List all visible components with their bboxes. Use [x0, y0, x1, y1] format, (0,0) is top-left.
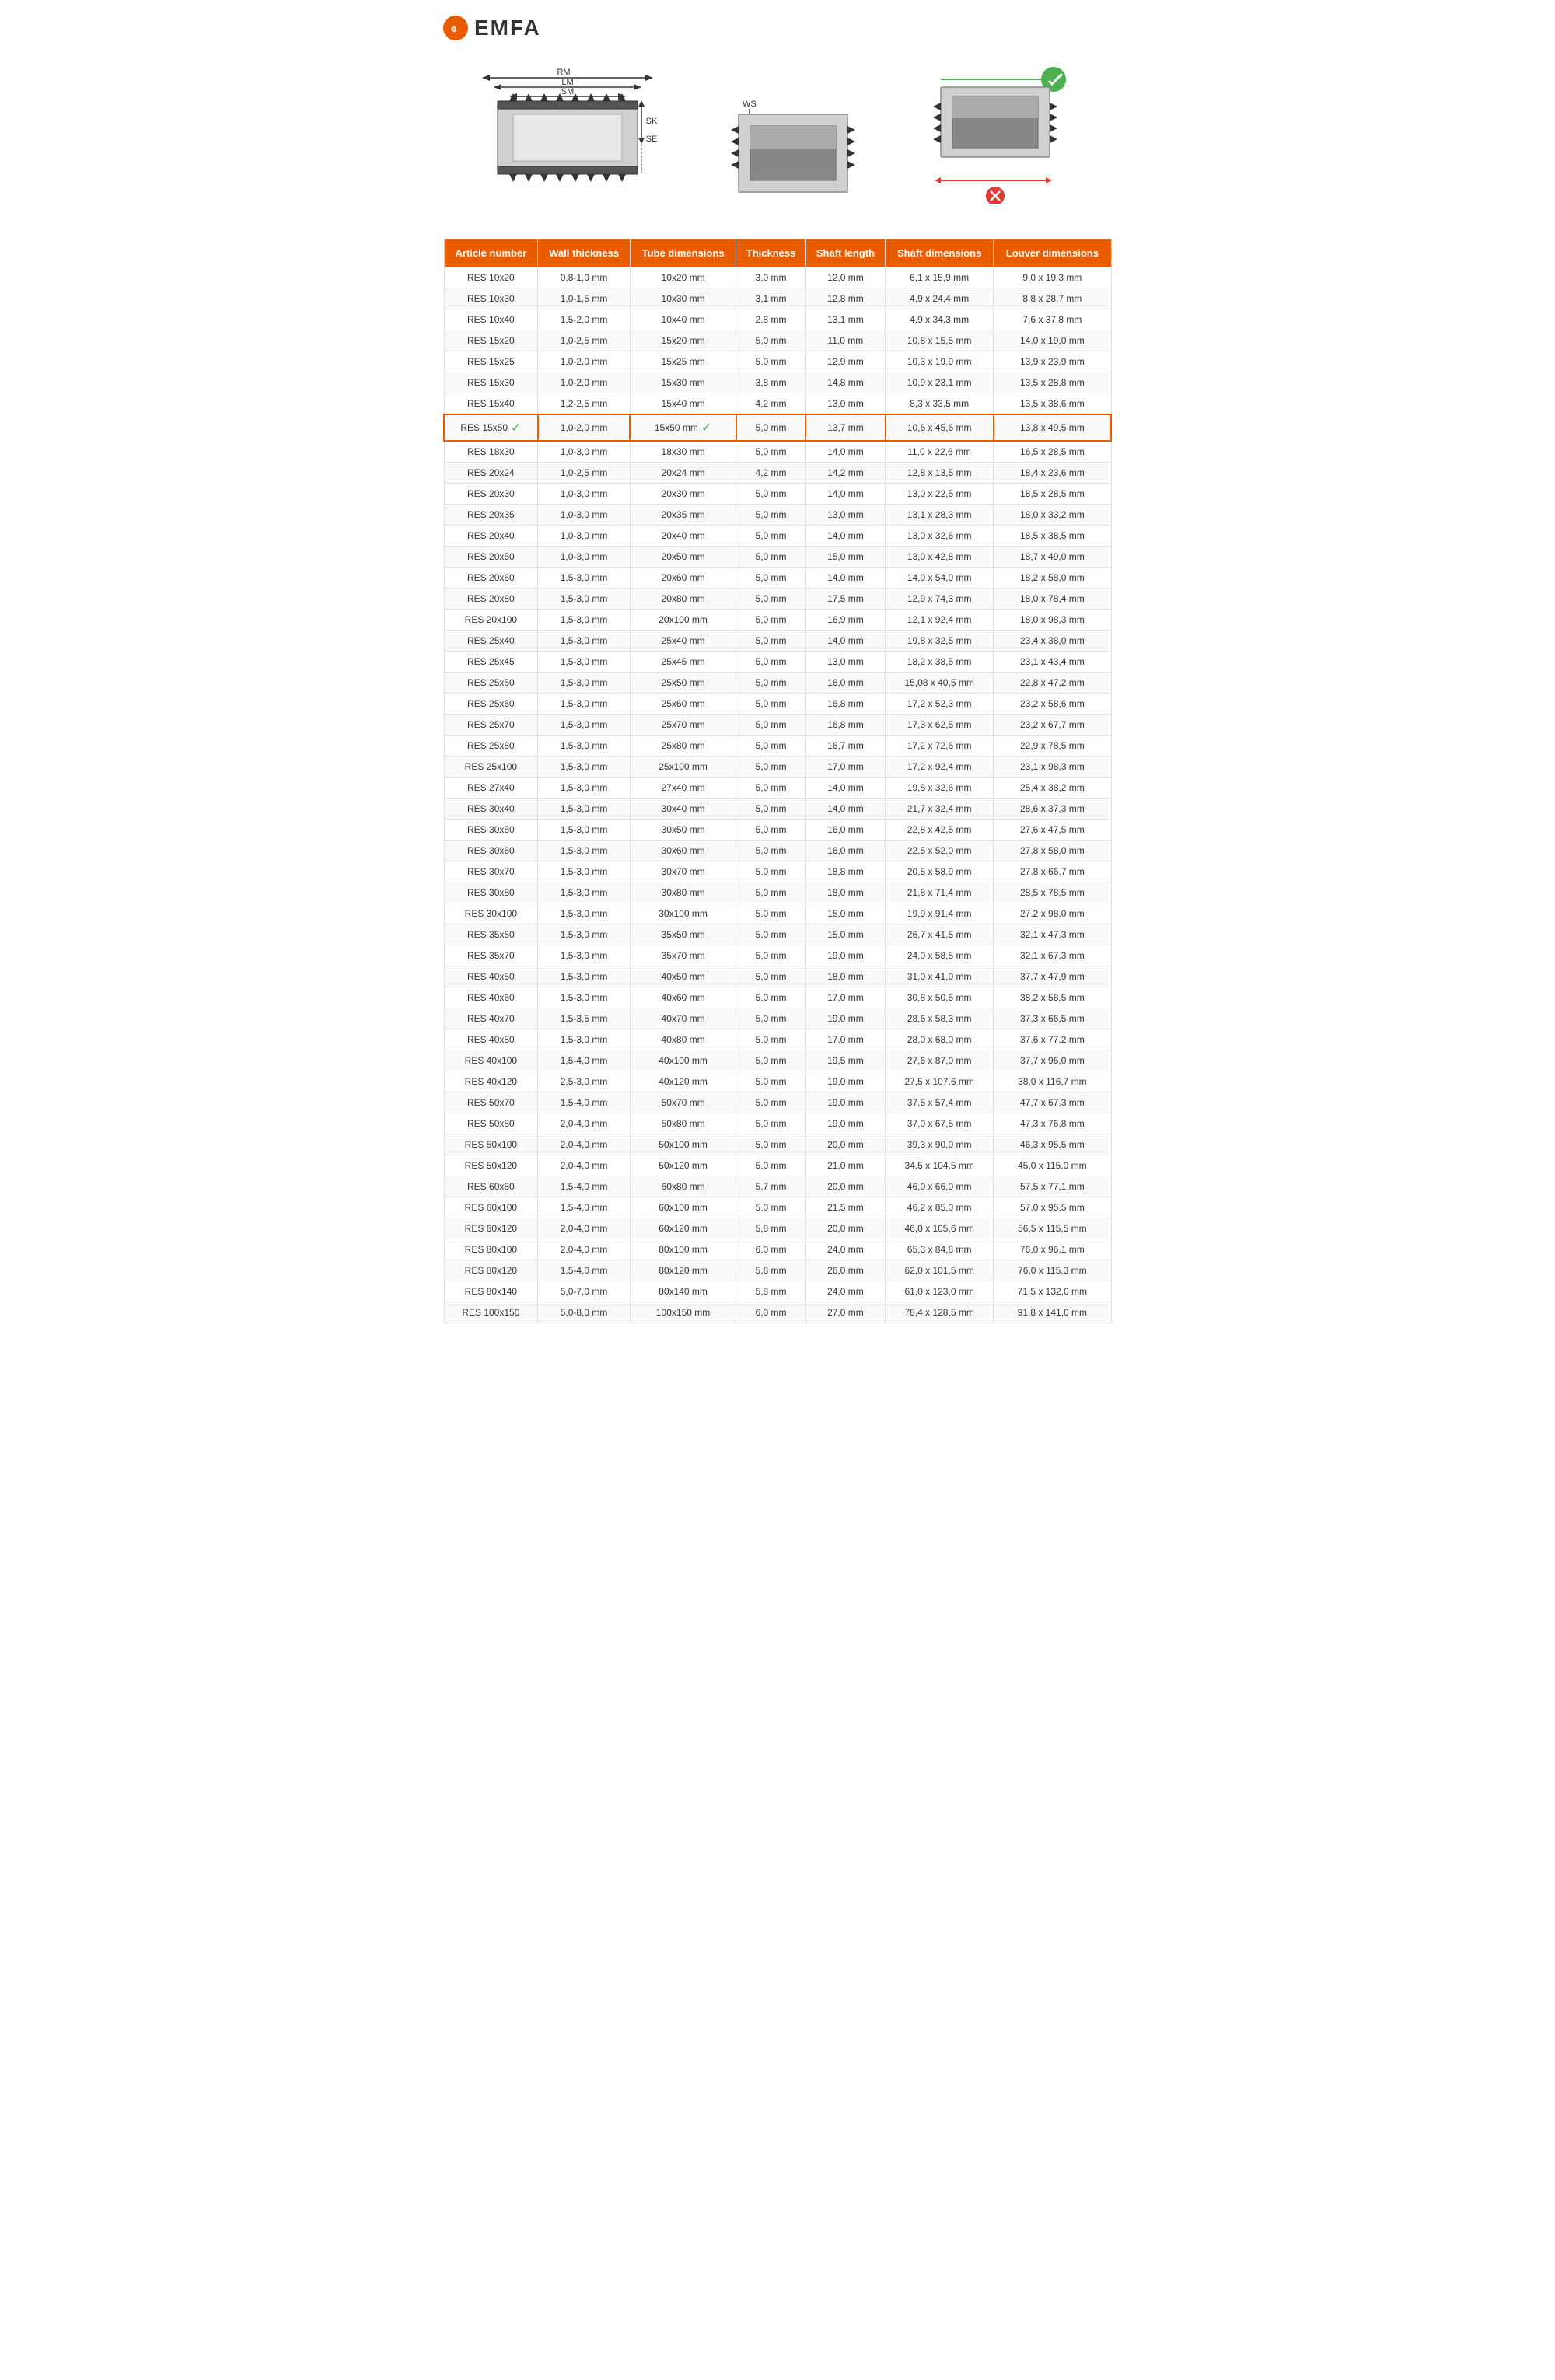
- table-body: RES 10x200,8-1,0 mm10x20 mm3,0 mm12,0 mm…: [444, 267, 1111, 1323]
- header: e EMFA: [443, 16, 1112, 40]
- svg-text:e: e: [451, 23, 456, 34]
- table-row: RES 20x601,5-3,0 mm20x60 mm5,0 mm14,0 mm…: [444, 568, 1111, 589]
- table-row: RES 30x1001,5-3,0 mm30x100 mm5,0 mm15,0 …: [444, 903, 1111, 924]
- table-row: RES 50x1202,0-4,0 mm50x120 mm5,0 mm21,0 …: [444, 1155, 1111, 1176]
- diagram-front-view: WS: [723, 64, 863, 208]
- table-row: RES 10x401,5-2,0 mm10x40 mm2,8 mm13,1 mm…: [444, 309, 1111, 330]
- logo-icon: e: [443, 16, 468, 40]
- table-row: RES 80x1002,0-4,0 mm80x100 mm6,0 mm24,0 …: [444, 1239, 1111, 1260]
- table-row: RES 35x701,5-3,0 mm35x70 mm5,0 mm19,0 mm…: [444, 945, 1111, 966]
- table-row: RES 15x251,0-2,0 mm15x25 mm5,0 mm12,9 mm…: [444, 351, 1111, 372]
- table-row: RES 30x401,5-3,0 mm30x40 mm5,0 mm14,0 mm…: [444, 799, 1111, 820]
- table-row: RES 80x1201,5-4,0 mm80x120 mm5,8 mm26,0 …: [444, 1260, 1111, 1281]
- logo: e EMFA: [443, 16, 541, 40]
- table-row: RES 20x241,0-2,5 mm20x24 mm4,2 mm14,2 mm…: [444, 463, 1111, 484]
- table-row: RES 15x50 ✓1,0-2,0 mm15x50 mm ✓5,0 mm13,…: [444, 414, 1111, 441]
- table-row: RES 10x301,0-1,5 mm10x30 mm3,1 mm12,8 mm…: [444, 288, 1111, 309]
- col-shaft-dimensions: Shaft dimensions: [886, 239, 994, 267]
- table-row: RES 18x301,0-3,0 mm18x30 mm5,0 mm14,0 mm…: [444, 441, 1111, 463]
- svg-text:RM: RM: [557, 68, 570, 77]
- brand-name: EMFA: [474, 16, 541, 40]
- table-row: RES 50x1002,0-4,0 mm50x100 mm5,0 mm20,0 …: [444, 1134, 1111, 1155]
- table-row: RES 100x1505,0-8,0 mm100x150 mm6,0 mm27,…: [444, 1302, 1111, 1323]
- table-row: RES 40x1001,5-4,0 mm40x100 mm5,0 mm19,5 …: [444, 1050, 1111, 1071]
- table-row: RES 20x501,0-3,0 mm20x50 mm5,0 mm15,0 mm…: [444, 547, 1111, 568]
- table-row: RES 25x1001,5-3,0 mm25x100 mm5,0 mm17,0 …: [444, 757, 1111, 778]
- diagrams-section: RM LM SM: [443, 56, 1112, 215]
- table-row: RES 27x401,5-3,0 mm27x40 mm5,0 mm14,0 mm…: [444, 778, 1111, 799]
- table-row: RES 30x801,5-3,0 mm30x80 mm5,0 mm18,0 mm…: [444, 882, 1111, 903]
- table-row: RES 20x801,5-3,0 mm20x80 mm5,0 mm17,5 mm…: [444, 589, 1111, 610]
- svg-text:SK: SK: [646, 117, 658, 126]
- svg-text:WS: WS: [743, 100, 757, 109]
- table-row: RES 15x401,2-2,5 mm15x40 mm4,2 mm13,0 mm…: [444, 393, 1111, 415]
- table-row: RES 20x401,0-3,0 mm20x40 mm5,0 mm14,0 mm…: [444, 526, 1111, 547]
- table-row: RES 60x1202,0-4,0 mm60x120 mm5,8 mm20,0 …: [444, 1218, 1111, 1239]
- table-row: RES 25x501,5-3,0 mm25x50 mm5,0 mm16,0 mm…: [444, 673, 1111, 694]
- table-row: RES 40x701,5-3,5 mm40x70 mm5,0 mm19,0 mm…: [444, 1008, 1111, 1029]
- col-shaft-length: Shaft length: [805, 239, 885, 267]
- table-row: RES 25x701,5-3,0 mm25x70 mm5,0 mm16,8 mm…: [444, 715, 1111, 736]
- table-row: RES 30x601,5-3,0 mm30x60 mm5,0 mm16,0 mm…: [444, 841, 1111, 861]
- table-row: RES 20x301,0-3,0 mm20x30 mm5,0 mm14,0 mm…: [444, 484, 1111, 505]
- table-row: RES 30x701,5-3,0 mm30x70 mm5,0 mm18,8 mm…: [444, 861, 1111, 882]
- table-row: RES 20x1001,5-3,0 mm20x100 mm5,0 mm16,9 …: [444, 610, 1111, 631]
- table-row: RES 25x801,5-3,0 mm25x80 mm5,0 mm16,7 mm…: [444, 736, 1111, 757]
- table-row: RES 25x601,5-3,0 mm25x60 mm5,0 mm16,8 mm…: [444, 694, 1111, 715]
- diagram-side-view: RM LM SM: [474, 64, 661, 208]
- table-row: RES 80x1405,0-7,0 mm80x140 mm5,8 mm24,0 …: [444, 1281, 1111, 1302]
- table-row: RES 25x401,5-3,0 mm25x40 mm5,0 mm14,0 mm…: [444, 631, 1111, 652]
- col-article-number: Article number: [444, 239, 538, 267]
- diagram-correct-incorrect: [925, 64, 1081, 208]
- svg-text:LM: LM: [561, 78, 573, 87]
- table-row: RES 30x501,5-3,0 mm30x50 mm5,0 mm16,0 mm…: [444, 820, 1111, 841]
- table-row: RES 50x701,5-4,0 mm50x70 mm5,0 mm19,0 mm…: [444, 1092, 1111, 1113]
- table-row: RES 35x501,5-3,0 mm35x50 mm5,0 mm15,0 mm…: [444, 924, 1111, 945]
- table-row: RES 15x201,0-2,5 mm15x20 mm5,0 mm11,0 mm…: [444, 330, 1111, 351]
- table-row: RES 60x801,5-4,0 mm60x80 mm5,7 mm20,0 mm…: [444, 1176, 1111, 1197]
- table-row: RES 60x1001,5-4,0 mm60x100 mm5,0 mm21,5 …: [444, 1197, 1111, 1218]
- svg-text:SE: SE: [646, 135, 658, 144]
- table-row: RES 40x1202,5-3,0 mm40x120 mm5,0 mm19,0 …: [444, 1071, 1111, 1092]
- col-louver-dimensions: Louver dimensions: [994, 239, 1111, 267]
- col-wall-thickness: Wall thickness: [538, 239, 631, 267]
- table-row: RES 10x200,8-1,0 mm10x20 mm3,0 mm12,0 mm…: [444, 267, 1111, 288]
- table-row: RES 40x501,5-3,0 mm40x50 mm5,0 mm18,0 mm…: [444, 966, 1111, 987]
- table-row: RES 40x801,5-3,0 mm40x80 mm5,0 mm17,0 mm…: [444, 1029, 1111, 1050]
- col-thickness: Thickness: [736, 239, 805, 267]
- table-row: RES 50x802,0-4,0 mm50x80 mm5,0 mm19,0 mm…: [444, 1113, 1111, 1134]
- table-row: RES 25x451,5-3,0 mm25x45 mm5,0 mm13,0 mm…: [444, 652, 1111, 673]
- table-row: RES 40x601,5-3,0 mm40x60 mm5,0 mm17,0 mm…: [444, 987, 1111, 1008]
- table-row: RES 15x301,0-2,0 mm15x30 mm3,8 mm14,8 mm…: [444, 372, 1111, 393]
- table-header-row: Article number Wall thickness Tube dimen…: [444, 239, 1111, 267]
- table-row: RES 20x351,0-3,0 mm20x35 mm5,0 mm13,0 mm…: [444, 505, 1111, 526]
- product-table: Article number Wall thickness Tube dimen…: [443, 239, 1112, 1323]
- svg-text:SM: SM: [561, 87, 575, 96]
- col-tube-dimensions: Tube dimensions: [630, 239, 736, 267]
